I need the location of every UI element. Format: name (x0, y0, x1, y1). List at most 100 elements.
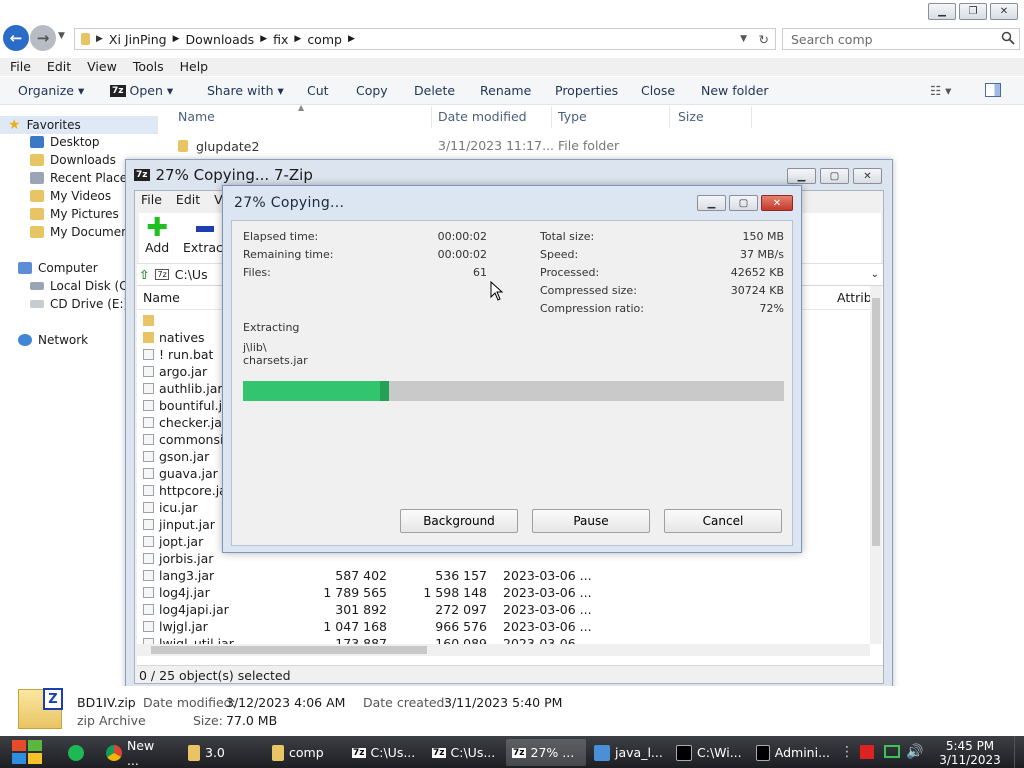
7zip-col-attrib[interactable]: Attrib (837, 286, 872, 310)
back-button[interactable]: ← (3, 25, 29, 51)
copy-button[interactable]: Copy (356, 77, 388, 105)
breadcrumb-item[interactable]: comp (307, 32, 342, 47)
sidebar-item-downloads[interactable]: Downloads (30, 151, 116, 169)
forward-arrow-icon: → (36, 29, 50, 47)
taskbar-label: Admini... (774, 745, 830, 760)
refresh-icon[interactable]: ↻ (759, 32, 769, 47)
compressed-size-label: Compressed size: (540, 284, 637, 297)
documents-folder-icon (30, 226, 44, 238)
menu-edit[interactable]: Edit (39, 58, 79, 76)
organize-button[interactable]: Organize ▾ (18, 77, 84, 105)
view-options-icon[interactable]: ☷ ▾ (930, 77, 951, 105)
back-arrow-icon: ← (9, 29, 23, 47)
list-item-name: argo.jar (159, 364, 208, 379)
search-input[interactable]: Search comp (782, 28, 1020, 50)
taskbar-item-folder-30[interactable]: 3.0 (182, 739, 262, 766)
disk-icon (30, 282, 44, 290)
rename-button[interactable]: Rename (480, 77, 531, 105)
delete-button[interactable]: Delete (414, 77, 455, 105)
preview-pane-icon[interactable] (985, 83, 1001, 97)
menu-help[interactable]: Help (172, 58, 217, 76)
restore-button[interactable]: ❐ (959, 3, 987, 20)
menu-file[interactable]: File (0, 58, 39, 76)
pause-button[interactable]: Pause (532, 509, 650, 533)
close-tool-button[interactable]: Close (641, 77, 675, 105)
file-icon (143, 536, 154, 547)
volume-icon[interactable]: 🔊 (906, 744, 923, 760)
breadcrumb-item[interactable]: fix (273, 32, 288, 47)
sidebar-item-local-disk[interactable]: Local Disk (C (30, 277, 128, 295)
7zip-add-button[interactable]: ✚ Add (145, 215, 169, 255)
list-item[interactable]: log4japi.jar 301 892 272 097 2023-03-06 ... (137, 601, 877, 618)
share-with-button[interactable]: Share with ▾ (207, 77, 284, 105)
up-folder-icon[interactable]: ⇧ (139, 267, 149, 282)
path-dropdown-icon[interactable]: ⌄ (871, 269, 879, 280)
list-item[interactable]: log4j.jar 1 789 565 1 598 148 2023-03-06 ..… (137, 584, 877, 601)
column-type[interactable]: Type (554, 106, 670, 128)
7zip-col-name[interactable]: Name (143, 286, 180, 310)
7zip-menu-edit[interactable]: Edit (176, 192, 200, 207)
taskbar-item-java[interactable]: java_l... (588, 739, 670, 766)
7zip-title: 27% Copying... 7-Zip (155, 166, 313, 184)
list-item[interactable]: lang3.jar 587 402 536 157 2023-03-06 ... (137, 567, 877, 584)
7zip-close-button[interactable]: ✕ (853, 168, 882, 184)
7zip-vscroll-thumb[interactable] (872, 298, 880, 546)
7zip-vscrollbar[interactable] (870, 286, 882, 644)
sidebar-network[interactable]: Network (18, 331, 88, 349)
sidebar-item-cd-drive[interactable]: CD Drive (E:) (30, 295, 128, 313)
7zip-maximize-button[interactable]: ▢ (820, 168, 849, 184)
flag-icon[interactable] (860, 745, 874, 759)
list-item[interactable]: lwjgl.jar 1 047 168 966 576 2023-03-06 ... (137, 618, 877, 635)
properties-button[interactable]: Properties (555, 77, 618, 105)
menu-view[interactable]: View (79, 58, 125, 76)
taskbar-item-cmd-1[interactable]: C:\Wi... (670, 739, 750, 766)
sidebar-item-my-documents[interactable]: My Document (30, 223, 133, 241)
sidebar-favorites[interactable]: ★ Favorites (8, 116, 81, 134)
recent-pages-dropdown[interactable]: ▼ (58, 31, 65, 41)
taskbar-item-7zip-2[interactable]: 7z C:\Us... (426, 739, 506, 766)
7zip-hscroll-thumb[interactable] (151, 646, 427, 654)
address-dropdown-icon[interactable]: ▼ (740, 34, 747, 44)
close-button[interactable]: ✕ (990, 3, 1018, 20)
sidebar-computer[interactable]: Computer (18, 259, 98, 277)
breadcrumb-item[interactable]: Downloads (186, 32, 255, 47)
cut-button[interactable]: Cut (307, 77, 329, 105)
taskbar-item-chrome[interactable]: New ... (100, 738, 170, 768)
more-icon[interactable]: ⋮ (840, 744, 854, 760)
sidebar-item-my-videos[interactable]: My Videos (30, 187, 111, 205)
file-row[interactable]: glupdate2 (178, 137, 478, 155)
show-desktop-button[interactable] (1014, 736, 1024, 768)
explorer-toolbar: Organize ▾ 7z Open ▾ Share with ▾ Cut Co… (0, 77, 1024, 105)
start-button[interactable] (10, 738, 44, 766)
dialog-close-button[interactable]: ✕ (761, 195, 793, 211)
taskbar-spotify[interactable] (62, 739, 92, 766)
folder-icon (188, 744, 200, 761)
background-button[interactable]: Background (400, 509, 518, 533)
cancel-button[interactable]: Cancel (664, 509, 782, 533)
taskbar-item-cmd-admin[interactable]: Admini... (750, 739, 830, 766)
sidebar-item-recent-places[interactable]: Recent Place (30, 169, 127, 187)
list-item-name: lwjgl.jar (159, 619, 208, 634)
taskbar-item-comp[interactable]: comp (266, 739, 346, 766)
forward-button[interactable]: → (30, 25, 56, 51)
column-size[interactable]: Size (674, 106, 752, 128)
7zip-hscrollbar[interactable] (137, 644, 870, 656)
file-icon (143, 451, 154, 462)
sidebar-item-desktop[interactable]: Desktop (30, 133, 100, 151)
7zip-menu-file[interactable]: File (141, 192, 162, 207)
address-bar[interactable]: ▶ Xi JinPing ▶ Downloads ▶ fix ▶ comp ▶ … (74, 28, 776, 50)
menu-tools[interactable]: Tools (125, 58, 172, 76)
network-tray-icon[interactable] (884, 745, 900, 758)
taskbar-item-7zip-1[interactable]: 7z C:\Us... (346, 739, 426, 766)
open-button[interactable]: 7z Open ▾ (110, 77, 173, 105)
taskbar-item-7zip-progress[interactable]: 7z 27% ... (506, 739, 586, 766)
new-folder-button[interactable]: New folder (701, 77, 769, 105)
7zip-minimize-button[interactable]: ▁ (787, 168, 816, 184)
clock[interactable]: 5:45 PM 3/11/2023 (930, 739, 1010, 767)
dialog-minimize-button[interactable]: ▁ (697, 195, 726, 211)
column-date-modified[interactable]: Date modified (434, 106, 552, 128)
dialog-maximize-button[interactable]: ▢ (729, 195, 758, 211)
sidebar-item-my-pictures[interactable]: My Pictures (30, 205, 119, 223)
breadcrumb-item[interactable]: Xi JinPing (109, 32, 167, 47)
minimize-button[interactable]: ▁ (928, 3, 956, 20)
